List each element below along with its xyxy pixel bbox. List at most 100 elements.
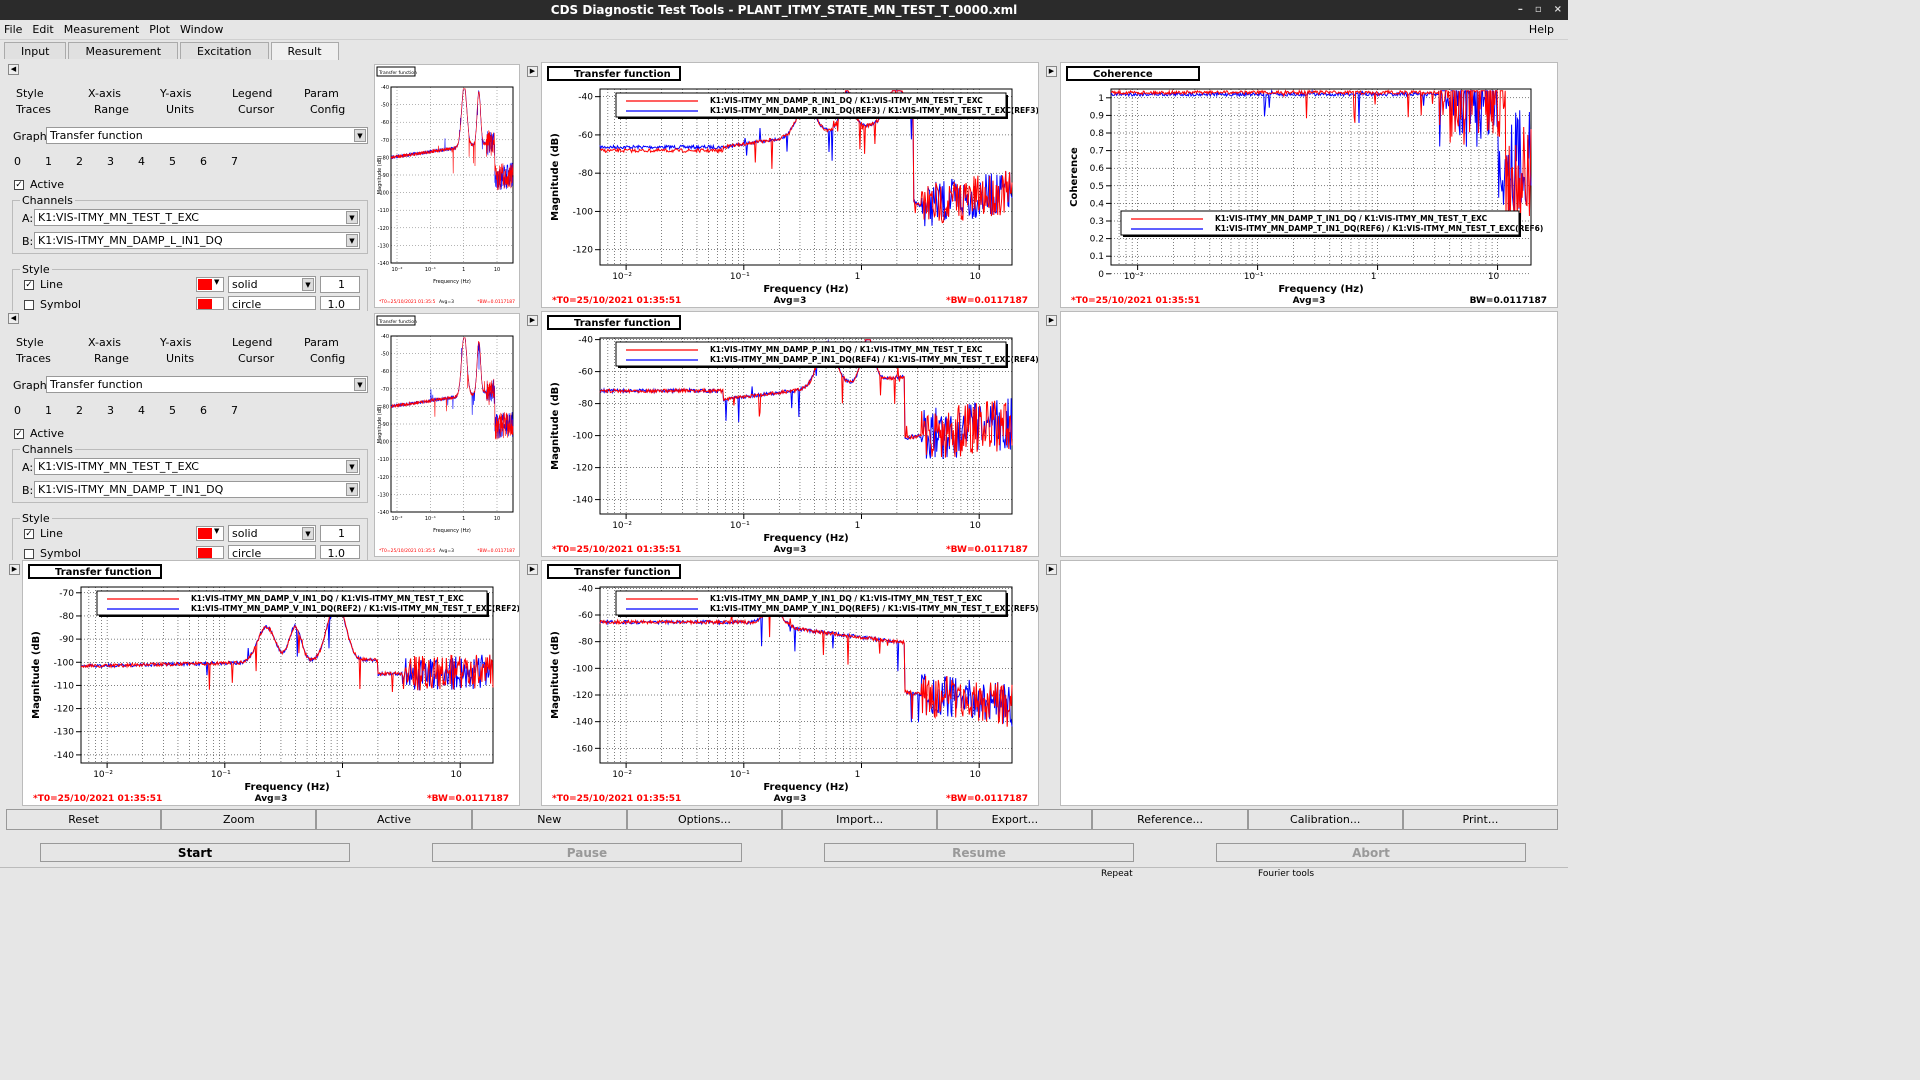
line-width-spinner[interactable]: 1 — [320, 525, 360, 542]
export-button[interactable]: Export... — [937, 809, 1093, 830]
symbol-style-select[interactable]: circle — [228, 296, 316, 310]
new-button[interactable]: New — [471, 809, 627, 830]
tab-range[interactable]: Range — [84, 102, 156, 118]
menu-help[interactable]: Help — [1529, 23, 1554, 36]
active-checkbox[interactable]: ✓ — [14, 179, 24, 190]
expand-right-icon[interactable]: ▶ — [1046, 315, 1057, 326]
tab-x-axis[interactable]: X-axis — [84, 86, 156, 102]
plot-v-pane[interactable]: Transfer function -70 -80 -90 -100 -110 -120 -1… — [22, 560, 520, 806]
symbol-size-spinner[interactable]: 1.0 — [320, 545, 360, 559]
line-checkbox[interactable]: ✓ — [24, 528, 34, 539]
graph-select[interactable]: Transfer function ▼ — [46, 127, 368, 144]
tab-cursor[interactable]: Cursor — [228, 351, 300, 367]
symbol-size-spinner[interactable]: 1.0 — [320, 296, 360, 310]
expand-right-icon[interactable]: ▶ — [1046, 564, 1057, 575]
abort-button[interactable]: Abort — [1216, 843, 1526, 862]
graph-select[interactable]: Transfer function ▼ — [46, 376, 368, 393]
menu-file[interactable]: File — [4, 23, 22, 36]
expand-right-icon[interactable]: ▶ — [527, 564, 538, 575]
reference-button[interactable]: Reference... — [1092, 809, 1248, 830]
tab-measurement[interactable]: Measurement — [68, 42, 179, 59]
symbol-checkbox[interactable] — [24, 299, 34, 310]
trace-tab-5[interactable]: 5 — [169, 155, 200, 168]
tab-param[interactable]: Param — [300, 335, 372, 351]
line-width-spinner[interactable]: 1 — [320, 276, 360, 293]
channel-b-select[interactable]: K1:VIS-ITMY_MN_DAMP_T_IN1_DQ ▼ — [34, 481, 360, 498]
tab-legend[interactable]: Legend — [228, 86, 300, 102]
tab-style[interactable]: Style — [12, 335, 84, 351]
line-color-swatch[interactable]: ▼ — [196, 526, 224, 541]
tab-y-axis[interactable]: Y-axis — [156, 86, 228, 102]
zoom-button[interactable]: Zoom — [161, 809, 317, 830]
tab-excitation[interactable]: Excitation — [180, 42, 269, 59]
active-checkbox[interactable]: ✓ — [14, 428, 24, 439]
tab-x-axis[interactable]: X-axis — [84, 335, 156, 351]
menu-edit[interactable]: Edit — [32, 23, 53, 36]
trace-tab-4[interactable]: 4 — [138, 155, 169, 168]
tab-y-axis[interactable]: Y-axis — [156, 335, 228, 351]
menu-measurement[interactable]: Measurement — [64, 23, 140, 36]
tab-cursor[interactable]: Cursor — [228, 102, 300, 118]
active-button[interactable]: Active — [316, 809, 472, 830]
line-style-select[interactable]: solid ▼ — [228, 525, 316, 542]
line-color-swatch[interactable]: ▼ — [196, 277, 224, 292]
symbol-checkbox[interactable] — [24, 548, 34, 559]
tab-result[interactable]: Result — [270, 42, 339, 60]
symbol-color-swatch[interactable] — [196, 546, 224, 559]
expand-right-icon[interactable]: ▶ — [527, 66, 538, 77]
channel-b-select[interactable]: K1:VIS-ITMY_MN_DAMP_L_IN1_DQ ▼ — [34, 232, 360, 249]
expand-right-icon[interactable]: ▶ — [1046, 66, 1057, 77]
expand-right-icon[interactable]: ▶ — [9, 564, 20, 575]
empty-plot-pane[interactable] — [1060, 560, 1558, 806]
close-icon[interactable]: × — [1554, 0, 1562, 20]
tab-legend[interactable]: Legend — [228, 335, 300, 351]
trace-tab-6[interactable]: 6 — [200, 404, 231, 417]
trace-tab-6[interactable]: 6 — [200, 155, 231, 168]
trace-tab-7[interactable]: 7 — [231, 155, 262, 168]
collapse-left-icon[interactable]: ◀ — [8, 313, 19, 324]
trace-tab-0[interactable]: 0 — [14, 155, 45, 168]
trace-tab-4[interactable]: 4 — [138, 404, 169, 417]
trace-tab-7[interactable]: 7 — [231, 404, 262, 417]
expand-right-icon[interactable]: ▶ — [527, 315, 538, 326]
menu-window[interactable]: Window — [180, 23, 223, 36]
empty-plot-pane[interactable] — [1060, 311, 1558, 557]
symbol-style-select[interactable]: circle — [228, 545, 316, 559]
tab-config[interactable]: Config — [300, 351, 372, 367]
tab-input[interactable]: Input — [4, 42, 67, 59]
trace-tab-1[interactable]: 1 — [45, 404, 76, 417]
tab-traces[interactable]: Traces — [12, 351, 84, 367]
line-style-select[interactable]: solid ▼ — [228, 276, 316, 293]
tab-style[interactable]: Style — [12, 86, 84, 102]
print-button[interactable]: Print... — [1402, 809, 1559, 830]
mini-plot-2[interactable]: Transfer function -40 -50 -60 -70 -80 -90 -100-… — [374, 313, 520, 557]
plot-y-pane[interactable]: Transfer function -40 -60 -80 -100 -120 -140 -1… — [541, 560, 1039, 806]
maximize-icon[interactable]: ▫ — [1535, 0, 1542, 20]
import-button[interactable]: Import... — [782, 809, 938, 830]
collapse-left-icon[interactable]: ◀ — [8, 64, 19, 75]
trace-tab-2[interactable]: 2 — [76, 404, 107, 417]
tab-units[interactable]: Units — [156, 351, 228, 367]
plot-r-pane[interactable]: Transfer function -40 -60 -80 -100 -120 10⁻² 10… — [541, 62, 1039, 308]
mini-plot-1[interactable]: Transfer function -40 -50 -60 -70 -80 -90 -100-… — [374, 64, 520, 308]
plot-coherence-pane[interactable]: Coherence 1 0.9 0.8 0.7 0.6 0.5 0.4 0.3 0.2 0.1 0 10… — [1060, 62, 1558, 308]
channel-a-select[interactable]: K1:VIS-ITMY_MN_TEST_T_EXC ▼ — [34, 458, 360, 475]
line-checkbox[interactable]: ✓ — [24, 279, 34, 290]
tab-param[interactable]: Param — [300, 86, 372, 102]
trace-tab-0[interactable]: 0 — [14, 404, 45, 417]
minimize-icon[interactable]: – — [1518, 0, 1523, 20]
plot-p-pane[interactable]: Transfer function -40 -60 -80 -100 -120 -140 10… — [541, 311, 1039, 557]
tab-range[interactable]: Range — [84, 351, 156, 367]
trace-tab-3[interactable]: 3 — [107, 155, 138, 168]
trace-tab-1[interactable]: 1 — [45, 155, 76, 168]
symbol-color-swatch[interactable] — [196, 297, 224, 310]
start-button[interactable]: Start — [40, 843, 350, 862]
resume-button[interactable]: Resume — [824, 843, 1134, 862]
options-button[interactable]: Options... — [626, 809, 783, 830]
tab-units[interactable]: Units — [156, 102, 228, 118]
reset-button[interactable]: Reset — [6, 809, 162, 830]
tab-traces[interactable]: Traces — [12, 102, 84, 118]
tab-config[interactable]: Config — [300, 102, 372, 118]
menu-plot[interactable]: Plot — [149, 23, 170, 36]
calibration-button[interactable]: Calibration... — [1247, 809, 1403, 830]
